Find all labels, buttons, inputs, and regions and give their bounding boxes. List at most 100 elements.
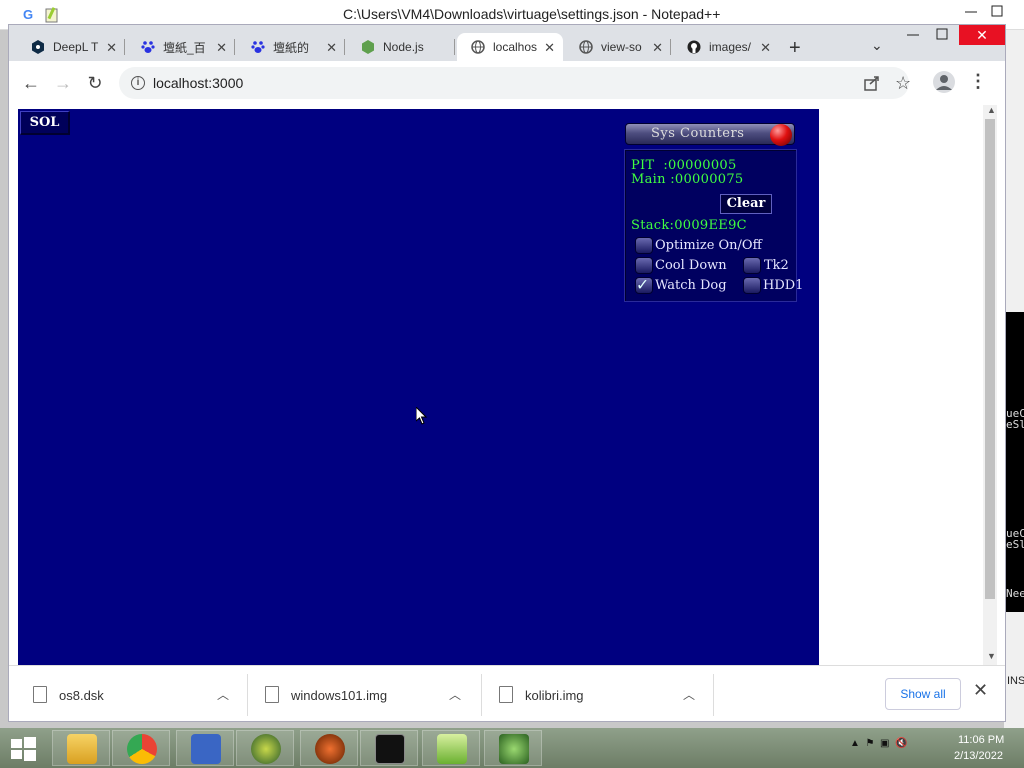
tab-baidu-2[interactable]: 壇紙的 ✕ [237,33,345,61]
download-item[interactable]: kolibri.img ︿ [499,676,709,714]
app-icon [251,734,281,764]
download-shelf: os8.dsk ︿ windows101.img ︿ kolibri.img ︿… [9,665,1005,721]
info-icon[interactable]: i [131,76,145,90]
baidu-paw-icon [141,40,155,54]
close-icon[interactable]: ✕ [652,40,663,56]
close-icon[interactable]: ✕ [106,40,117,56]
counter-label: Main : [631,172,675,187]
scroll-up-arrow-icon[interactable]: ▲ [987,105,996,115]
close-icon[interactable]: ✕ [973,680,988,701]
watch-dog-checkbox[interactable]: ✓ [635,274,653,295]
main-counter: Main :00000075 [631,172,743,187]
window-close-icon[interactable]: ✕ [959,25,1005,45]
page-viewport: SOL Sys Counters PIT :00000005 Main :000… [9,105,1005,665]
tab-label: DeepL T [53,40,99,54]
disk-image-file-icon [499,686,513,703]
counter-value: 00000005 [668,158,737,173]
close-icon[interactable]: ✕ [760,40,771,56]
tab-baidu-1[interactable]: 壇紙_百 ✕ [127,33,235,61]
kebab-menu-icon[interactable]: ⋮ [969,71,987,92]
clock-time[interactable]: 11:06 PM [958,734,1004,746]
clock-date[interactable]: 2/13/2022 [954,750,1003,762]
url-text[interactable]: localhost:3000 [153,75,243,91]
scrollbar-thumb[interactable] [985,119,995,599]
browser-window: DeepL T ✕ 壇紙_百 ✕ 壇紙的 ✕ Node.js localhos … [8,24,1006,722]
mouse-pointer-icon [415,405,428,428]
emulator-screen[interactable]: SOL Sys Counters PIT :00000005 Main :000… [18,109,819,665]
nodejs-icon [361,40,375,54]
hdd1-checkbox[interactable] [743,277,761,294]
scroll-down-arrow-icon[interactable]: ▼ [987,651,996,661]
divider [713,674,714,716]
notepad-plus-plus-icon [437,734,467,764]
tab-search-chevron-icon[interactable]: ⌄ [871,37,883,54]
tab-localhost[interactable]: localhos ✕ [457,33,563,61]
profile-avatar-icon[interactable] [933,71,955,93]
close-icon[interactable]: ✕ [544,40,555,56]
tab-label: Node.js [383,40,424,54]
chevron-up-icon[interactable]: ︿ [449,686,461,703]
tab-view-source[interactable]: view-so ✕ [565,33,671,61]
console-line: eSl [1006,538,1024,551]
chevron-up-icon[interactable]: ︿ [217,686,229,703]
reload-icon[interactable]: ↻ [85,73,105,93]
stack-readout: Stack:0009EE9C [631,218,747,233]
deepl-icon [31,40,45,54]
chevron-up-icon[interactable]: ︿ [683,686,695,703]
console-line: Nee [1006,587,1024,600]
disk-image-file-icon [265,686,279,703]
download-item[interactable]: os8.dsk ︿ [33,676,243,714]
clear-button[interactable]: Clear [720,194,772,214]
tab-github-images[interactable]: images/ ✕ [673,33,779,61]
divider [247,674,248,716]
app-icon [499,734,529,764]
close-ball-icon[interactable] [770,124,792,146]
system-tray-icons[interactable]: ▲ ⚑ ▣ 🔇 [850,738,907,749]
tab-nodejs[interactable]: Node.js [347,33,455,61]
taskbar-app[interactable] [236,730,294,766]
maximize-icon[interactable] [990,4,1004,18]
share-icon[interactable] [864,75,880,91]
maximize-icon[interactable] [935,27,949,41]
tk2-checkbox[interactable] [743,257,761,274]
pit-counter: PIT :00000005 [631,158,737,173]
taskbar-cmd[interactable] [360,730,418,766]
tab-label: 壇紙的 [273,40,310,55]
show-all-button[interactable]: Show all [885,678,961,710]
taskbar-app[interactable] [300,730,358,766]
notepad-plus-plus-icon [44,7,58,23]
download-name: windows101.img [291,688,388,703]
taskbar-app[interactable] [176,730,234,766]
taskbar: ▲ ⚑ ▣ 🔇 11:06 PM 2/13/2022 [0,728,1024,768]
bookmark-star-icon[interactable]: ☆ [895,73,911,94]
counter-value: 00000075 [674,172,744,187]
watch-dog-label: Watch Dog [655,278,727,293]
tab-strip: DeepL T ✕ 壇紙_百 ✕ 壇紙的 ✕ Node.js localhos … [9,25,1005,61]
taskbar-app[interactable] [484,730,542,766]
notepad-window-title: C:\Users\VM4\Downloads\virtuage\settings… [343,6,721,22]
download-name: kolibri.img [525,688,584,703]
sol-button[interactable]: SOL [20,111,70,135]
ins-status: INS [1004,672,1024,692]
new-tab-button[interactable]: + [789,37,801,60]
taskbar-notepad-plus-plus[interactable] [422,730,480,766]
close-icon[interactable]: ✕ [326,40,337,56]
counter-label: PIT : [631,158,668,173]
taskbar-chrome[interactable] [112,730,170,766]
optimize-checkbox[interactable] [635,237,653,254]
forward-arrow-icon[interactable]: → [53,73,73,93]
chrome-icon [127,734,157,764]
tab-deepl[interactable]: DeepL T ✕ [17,33,125,61]
address-bar[interactable]: i localhost:3000 ☆ [119,67,911,99]
download-item[interactable]: windows101.img ︿ [265,676,475,714]
github-icon [687,40,701,54]
cool-down-label: Cool Down [655,258,727,273]
minimize-icon[interactable] [963,4,979,18]
taskbar-file-explorer[interactable] [52,730,110,766]
back-arrow-icon[interactable]: ← [21,73,41,93]
close-icon[interactable]: ✕ [216,40,227,56]
cool-down-checkbox[interactable] [635,257,653,274]
windows-start-icon[interactable] [8,734,38,764]
app-icon [315,734,345,764]
minimize-icon[interactable] [905,27,921,41]
